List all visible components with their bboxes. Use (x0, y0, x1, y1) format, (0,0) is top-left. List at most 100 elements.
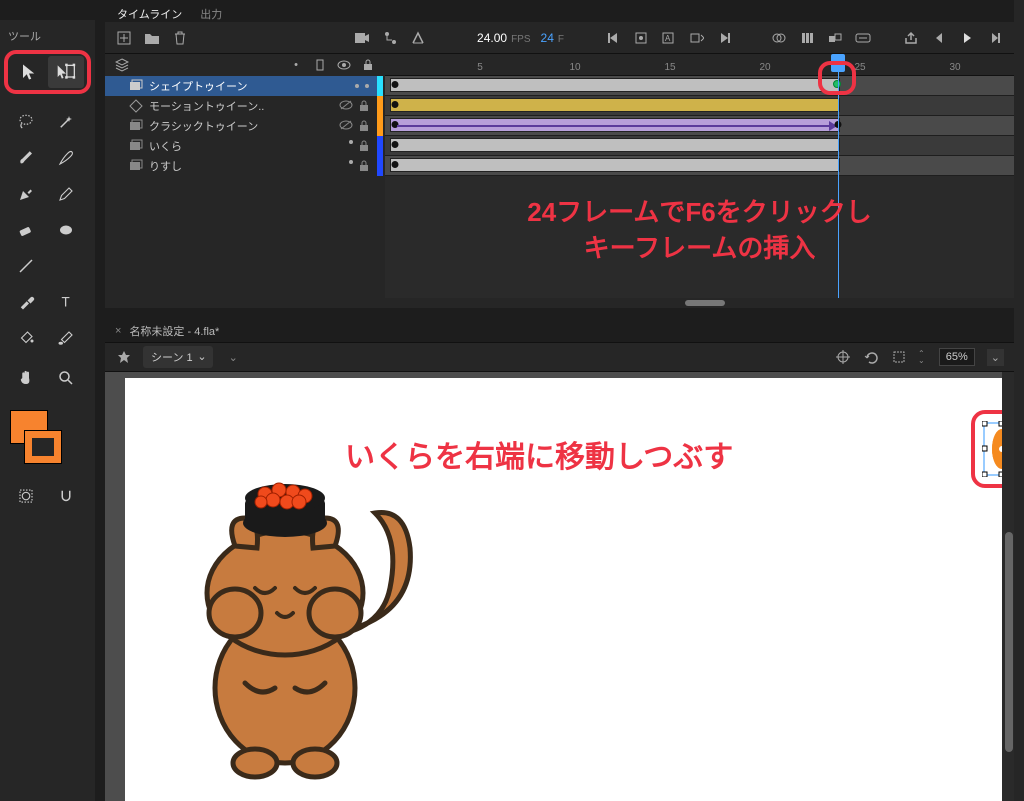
stage-area[interactable]: いくらを右端に移動しつぶす (105, 372, 1002, 801)
highlight-layer-icon[interactable]: • (287, 56, 305, 74)
camera-icon[interactable] (353, 29, 371, 47)
track[interactable] (385, 136, 1014, 156)
timeline-h-scrollbar[interactable] (685, 300, 725, 306)
layer-name: シェイプトゥイーン (149, 78, 247, 94)
frame-display[interactable]: 24 F (541, 31, 564, 45)
tools-label: ツール (0, 26, 95, 46)
zoom-dropdown-icon[interactable]: ⌄ (987, 349, 1004, 366)
eraser-tool[interactable] (8, 214, 44, 246)
timeline-ruler[interactable]: 5 10 15 20 25 30 (385, 54, 1014, 76)
lock-icon[interactable] (359, 140, 369, 152)
chevron-down-icon: ⌄ (197, 350, 206, 363)
scrollbar-thumb[interactable] (1005, 532, 1013, 752)
annotation-text: 24フレームでF6をクリックし キーフレームの挿入 (385, 194, 1014, 267)
track[interactable] (385, 76, 1014, 96)
create-tween-icon[interactable] (826, 29, 844, 47)
tab-timeline[interactable]: タイムライン (117, 6, 182, 22)
hidden-icon[interactable] (339, 120, 353, 130)
outline-icon[interactable] (311, 56, 329, 74)
tools-panel: ツール T (0, 20, 95, 801)
track[interactable] (385, 156, 1014, 176)
ink-bottle-tool[interactable] (48, 322, 84, 354)
selection-tool[interactable] (11, 56, 47, 88)
insert-keyframe-icon[interactable] (632, 29, 650, 47)
track[interactable] (385, 116, 1014, 136)
add-folder-icon[interactable] (143, 29, 161, 47)
text-tool[interactable]: T (48, 286, 84, 318)
paint-bucket-tool[interactable] (8, 322, 44, 354)
paint-brush-tool[interactable] (48, 142, 84, 174)
squirrel-illustration (165, 458, 425, 788)
layer-name: りすし (149, 158, 182, 174)
stroke-color-swatch[interactable] (24, 430, 62, 464)
layer-row[interactable]: いくら (105, 136, 377, 156)
svg-text:T: T (61, 295, 69, 310)
export-icon[interactable] (902, 29, 920, 47)
document-toolbar: シーン 1 ⌄ ⌄ ⌃⌄ 65% ⌄ (105, 342, 1014, 372)
step-forward-icon[interactable] (986, 29, 1004, 47)
insert-frame-icon[interactable] (688, 29, 706, 47)
rotate-view-icon[interactable] (862, 348, 880, 366)
layer-row[interactable]: モーショントゥイーン.. (105, 96, 377, 116)
eyedropper-tool[interactable] (8, 286, 44, 318)
fps-display[interactable]: 24.00 FPS (477, 31, 530, 45)
playhead[interactable] (838, 54, 839, 308)
layer-row[interactable]: りすし (105, 156, 377, 176)
layer-name: いくら (149, 138, 182, 154)
selected-object[interactable] (982, 421, 1002, 477)
lasso-tool[interactable] (8, 106, 44, 138)
zoom-stepper[interactable]: ⌃⌄ (918, 350, 925, 364)
lock-icon[interactable] (359, 100, 369, 112)
visibility-header-icon[interactable] (335, 56, 353, 74)
clip-content-icon[interactable] (890, 348, 908, 366)
hand-tool[interactable] (8, 362, 44, 394)
layers-icon[interactable] (113, 56, 131, 74)
zoom-tool[interactable] (48, 362, 84, 394)
goto-first-frame-icon[interactable] (604, 29, 622, 47)
layer-parenting-icon[interactable] (381, 29, 399, 47)
step-back-icon[interactable] (930, 29, 948, 47)
delete-layer-icon[interactable] (171, 29, 189, 47)
layer-row[interactable]: クラシックトゥイーン (105, 116, 377, 136)
layer-row[interactable]: シェイプトゥイーン (105, 76, 377, 96)
play-icon[interactable] (958, 29, 976, 47)
loop-icon[interactable] (854, 29, 872, 47)
doc-tab-close-icon[interactable]: × (115, 325, 121, 337)
document-tab[interactable]: 名称未設定 - 4.fla* (129, 323, 219, 339)
line-tool[interactable] (8, 250, 44, 282)
edit-multiple-frames-icon[interactable] (798, 29, 816, 47)
remove-frame-icon[interactable] (716, 29, 734, 47)
clip-center-icon[interactable] (834, 348, 852, 366)
layer-icon (129, 79, 143, 93)
layer-icon (129, 159, 143, 173)
lock-icon[interactable] (359, 160, 369, 172)
free-transform-tool[interactable] (48, 56, 84, 88)
stage[interactable]: いくらを右端に移動しつぶす (125, 378, 1002, 801)
lock-icon[interactable] (359, 120, 369, 132)
snap-toggle[interactable] (48, 480, 84, 512)
onion-skin-icon[interactable] (770, 29, 788, 47)
svg-text:A: A (665, 34, 671, 43)
stage-v-scrollbar[interactable] (1002, 372, 1014, 801)
scene-dropdown[interactable]: シーン 1 ⌄ (143, 346, 213, 368)
insert-blank-keyframe-icon[interactable]: A (660, 29, 678, 47)
edit-scene-icon[interactable] (115, 348, 133, 366)
tab-output[interactable]: 出力 (200, 6, 222, 22)
playhead-handle[interactable] (831, 54, 845, 72)
pencil-tool[interactable] (48, 178, 84, 210)
object-drawing-toggle[interactable] (8, 480, 44, 512)
pen-tool[interactable] (8, 178, 44, 210)
layer-depth-icon[interactable] (409, 29, 427, 47)
oval-tool[interactable] (48, 214, 84, 246)
timeline-tracks[interactable]: 5 10 15 20 25 30 (385, 54, 1014, 308)
layer-icon (129, 139, 143, 153)
zoom-input[interactable]: 65% (939, 348, 975, 366)
layer-name: クラシックトゥイーン (149, 118, 258, 134)
track[interactable] (385, 96, 1014, 116)
brush-tool[interactable] (8, 142, 44, 174)
chevron-down-icon[interactable]: ⌄ (229, 351, 238, 364)
hidden-icon[interactable] (339, 100, 353, 110)
lock-header-icon[interactable] (359, 56, 377, 74)
magic-wand-tool[interactable] (48, 106, 84, 138)
add-layer-icon[interactable] (115, 29, 133, 47)
